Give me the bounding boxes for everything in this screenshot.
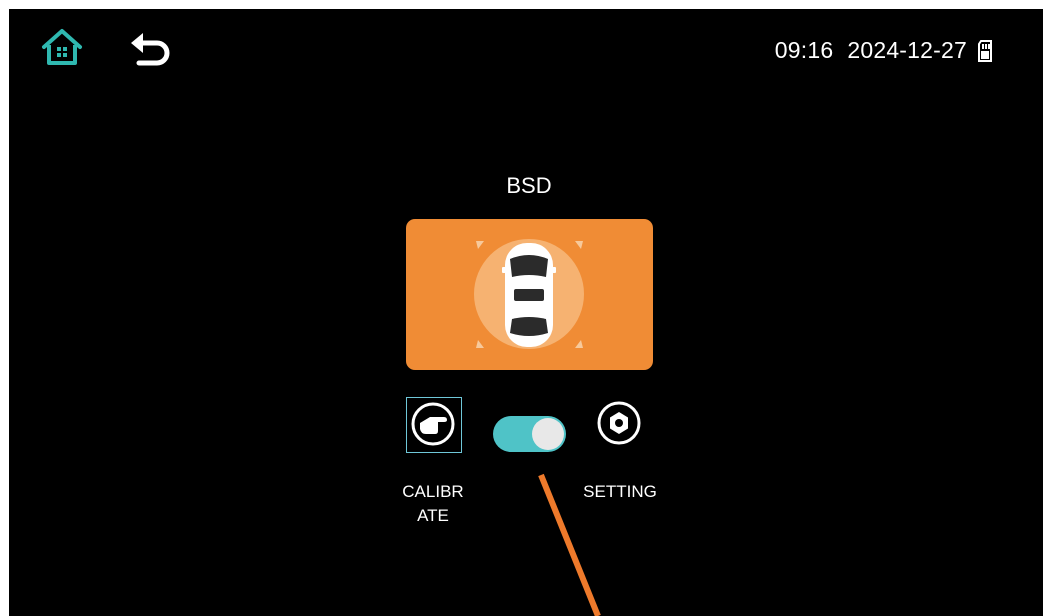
clock-time: 09:16: [774, 37, 834, 63]
back-button[interactable]: [127, 29, 175, 69]
clock-date: 2024-12-27: [847, 37, 967, 63]
home-icon: [42, 29, 82, 65]
toggle-knob: [532, 418, 564, 450]
page-title: BSD: [506, 173, 552, 198]
bsd-toggle[interactable]: [493, 416, 566, 452]
setting-button[interactable]: [595, 399, 643, 447]
calibrate-button[interactable]: [406, 397, 462, 453]
home-button[interactable]: [40, 27, 84, 67]
calibrate-label: CALIBRATE: [402, 482, 464, 525]
car-top-view-icon: [474, 239, 584, 349]
bsd-card[interactable]: [406, 219, 653, 370]
nut-icon: [597, 401, 641, 445]
bsd-screen: 09:16 2024-12-27 BSD CALIBRATE SETTING: [9, 9, 1043, 616]
pointing-hand-icon: [411, 402, 455, 446]
sd-card-icon: [978, 39, 992, 62]
status-bar: 09:16 2024-12-27: [775, 37, 993, 64]
back-arrow-icon: [131, 33, 170, 66]
setting-label: SETTING: [583, 482, 657, 501]
